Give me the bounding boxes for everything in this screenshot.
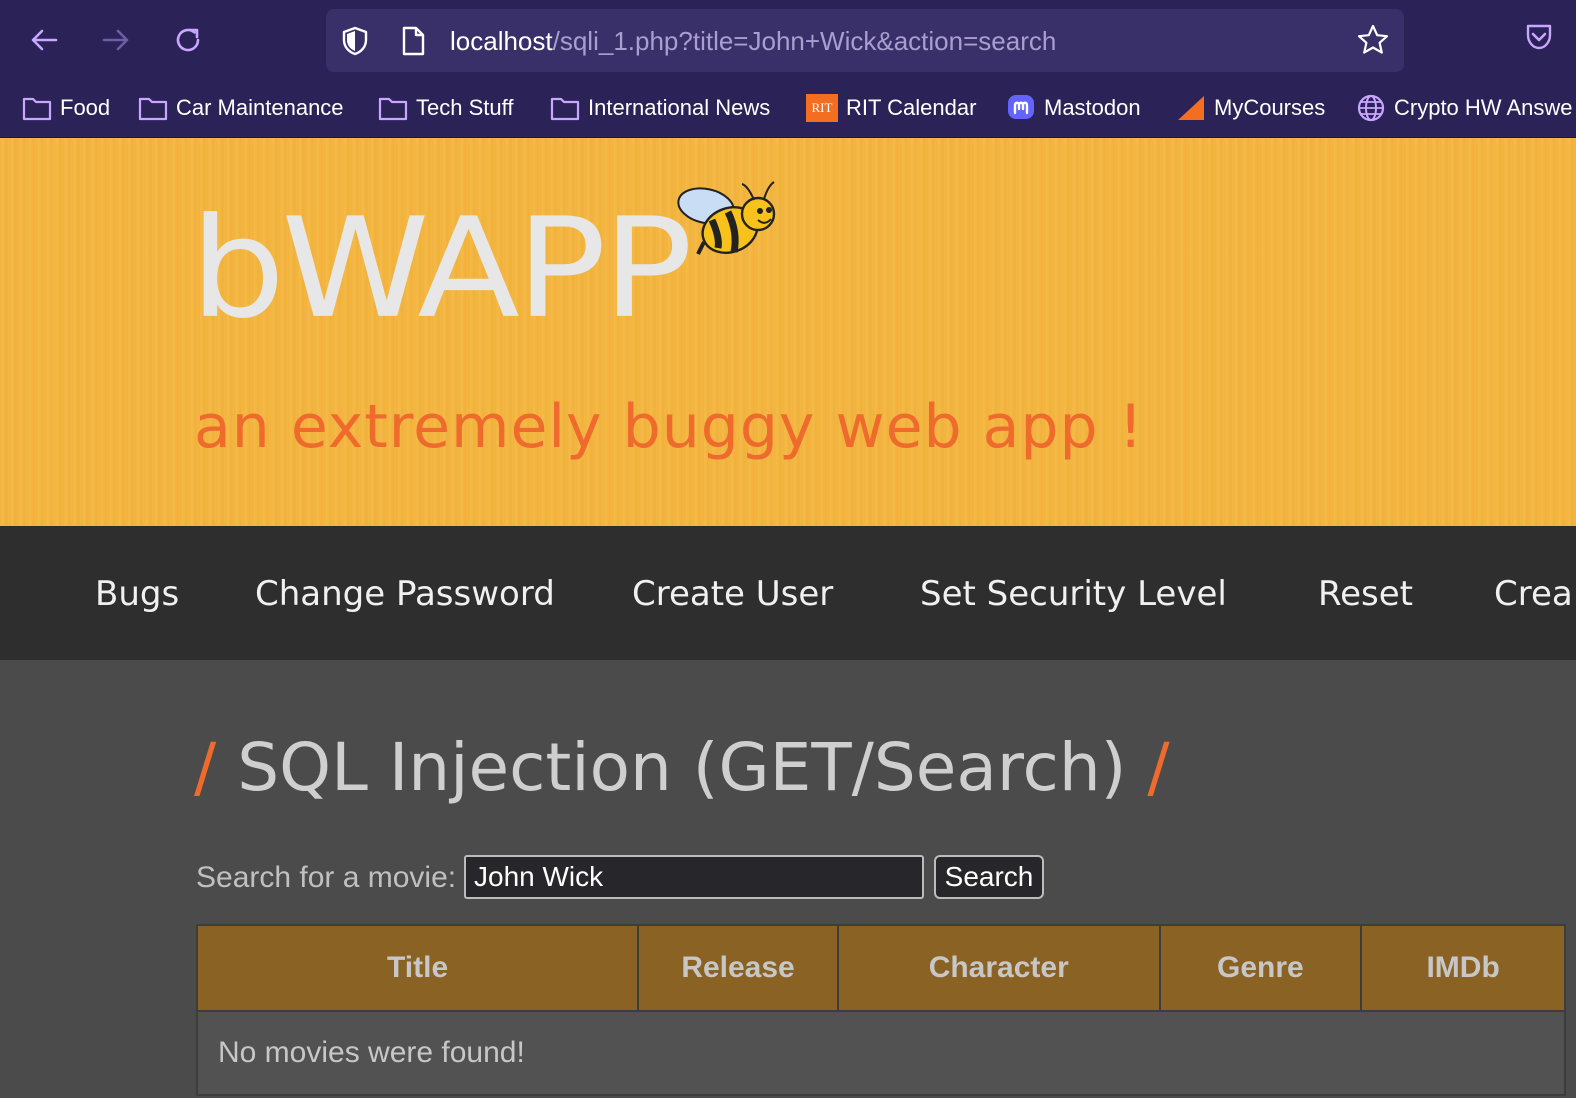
bookmark-star-icon[interactable] (1356, 23, 1390, 57)
pocket-icon[interactable] (1524, 22, 1554, 52)
reload-button[interactable] (166, 18, 210, 62)
table-header-row: Title Release Character Genre IMDb (195, 924, 1566, 1012)
empty-results-message: No movies were found! (196, 1010, 1566, 1096)
browser-toolbar: localhost/sqli_1.php?title=John+Wick&act… (0, 0, 1576, 138)
bookmark-label: International News (588, 95, 771, 120)
bookmark-label: Crypto HW Answe (1394, 95, 1573, 120)
bookmarks-bar: Food Car Maintenance Tech Stuff Internat… (0, 86, 1576, 130)
bookmark-label: Car Maintenance (176, 95, 344, 120)
globe-icon (1356, 93, 1386, 123)
page-icon[interactable] (400, 25, 426, 57)
url-path: /sqli_1.php?title=John+Wick&action=searc… (552, 26, 1057, 56)
rit-icon: RIT (806, 94, 838, 122)
forward-button[interactable] (94, 18, 138, 62)
menu-change-password[interactable]: Change Password (255, 574, 555, 614)
back-button[interactable] (22, 18, 66, 62)
title-slash-left: / (194, 729, 217, 806)
bookmark-label: Tech Stuff (416, 95, 514, 120)
folder-icon (22, 95, 52, 121)
bookmark-label: Food (60, 95, 111, 120)
results-table: Title Release Character Genre IMDb No mo… (195, 924, 1566, 1096)
mycourses-icon (1176, 94, 1206, 122)
menu-create-user[interactable]: Create User (632, 574, 833, 614)
page-title: / SQL Injection (GET/Search) / (194, 728, 1170, 808)
reload-icon (176, 28, 200, 52)
menu-create-more[interactable]: Crea (1494, 574, 1573, 614)
bookmark-mastodon[interactable]: Mastodon (1006, 92, 1141, 124)
header-imdb: IMDb (1360, 924, 1566, 1012)
menu-reset[interactable]: Reset (1318, 574, 1413, 614)
bookmark-crypto-hw[interactable]: Crypto HW Answe (1356, 92, 1573, 124)
search-input[interactable] (464, 855, 924, 899)
folder-icon (550, 95, 580, 121)
title-text: SQL Injection (GET/Search) (237, 729, 1127, 806)
bookmark-mycourses[interactable]: MyCourses (1176, 92, 1325, 124)
folder-icon (378, 95, 408, 121)
search-button[interactable]: Search (934, 855, 1044, 899)
header-character: Character (836, 924, 1161, 1012)
menu-set-security-level[interactable]: Set Security Level (920, 574, 1227, 614)
menu-bugs[interactable]: Bugs (95, 574, 179, 614)
address-bar[interactable]: localhost/sqli_1.php?title=John+Wick&act… (326, 9, 1404, 72)
forward-arrow-icon (102, 29, 129, 51)
search-label: Search for a movie: (196, 861, 457, 894)
bookmark-rit-calendar[interactable]: RIT RIT Calendar (806, 92, 976, 124)
title-slash-right: / (1147, 729, 1170, 806)
url-text[interactable]: localhost/sqli_1.php?title=John+Wick&act… (450, 24, 1056, 58)
folder-icon (138, 95, 168, 121)
bookmark-international-news[interactable]: International News (550, 92, 770, 124)
site-logo: bWAPP (190, 188, 693, 350)
back-arrow-icon (31, 29, 58, 51)
shield-icon[interactable] (340, 25, 370, 57)
header-title: Title (195, 924, 640, 1012)
bookmark-car-maintenance[interactable]: Car Maintenance (138, 92, 344, 124)
bookmark-tech-stuff[interactable]: Tech Stuff (378, 92, 513, 124)
url-host: localhost (450, 26, 553, 56)
main-menu: Bugs Change Password Create User Set Sec… (0, 526, 1576, 660)
mastodon-icon (1006, 93, 1036, 123)
bee-icon (677, 181, 776, 255)
bookmark-label: Mastodon (1044, 95, 1141, 120)
bookmark-food[interactable]: Food (22, 92, 110, 124)
site-tagline: an extremely buggy web app ! (194, 392, 1144, 462)
bookmark-label: MyCourses (1214, 95, 1326, 120)
table-row: No movies were found! (196, 1010, 1566, 1096)
bookmark-label: RIT Calendar (846, 95, 977, 120)
header-genre: Genre (1158, 924, 1363, 1012)
header-release: Release (637, 924, 839, 1012)
